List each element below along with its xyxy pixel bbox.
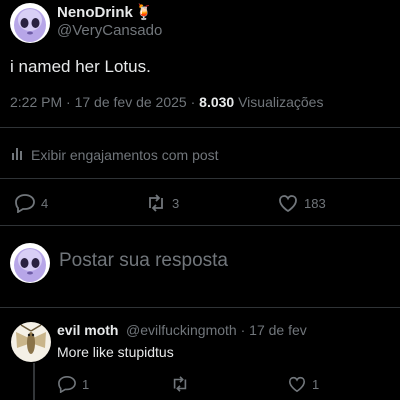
- reply-icon: [14, 193, 36, 213]
- thread-line: [33, 363, 35, 400]
- bar-chart-icon: [10, 145, 26, 164]
- reply-date[interactable]: 17 de fev: [249, 322, 307, 338]
- views-label: Visualizações: [238, 94, 324, 110]
- reply-text: More like stupidtus: [57, 344, 174, 360]
- reply-composer-input[interactable]: Postar sua resposta: [59, 250, 228, 272]
- divider: [0, 225, 400, 226]
- author-name-text[interactable]: NenoDrink: [57, 4, 133, 21]
- repost-button[interactable]: 3: [145, 193, 179, 213]
- engagements-link[interactable]: Exibir engajamentos com post: [10, 145, 219, 164]
- meta-separator: ·: [66, 94, 75, 110]
- like-button[interactable]: 183: [277, 193, 326, 213]
- reply-repost-button[interactable]: [170, 375, 190, 393]
- post-time[interactable]: 2:22 PM: [10, 94, 62, 110]
- engagements-label: Exibir engajamentos com post: [31, 146, 219, 163]
- post-date[interactable]: 17 de fev de 2025: [75, 94, 187, 110]
- post-text: i named her Lotus.: [10, 57, 151, 76]
- reply-reply-button[interactable]: 1: [57, 375, 89, 393]
- author-avatar[interactable]: [10, 3, 50, 43]
- author-name[interactable]: NenoDrink 🍹: [57, 3, 154, 21]
- repost-icon: [170, 375, 190, 393]
- reply-like-count: 1: [312, 376, 320, 392]
- post-meta: 2:22 PM · 17 de fev de 2025 · 8.030 Visu…: [10, 94, 323, 110]
- reply-count: 4: [41, 195, 49, 211]
- cocktail-emoji: 🍹: [134, 4, 154, 21]
- repost-count: 3: [172, 195, 180, 211]
- divider: [0, 127, 400, 128]
- repost-icon: [145, 193, 167, 213]
- reply-icon: [57, 375, 77, 393]
- divider: [0, 178, 400, 179]
- current-user-avatar[interactable]: [10, 243, 50, 283]
- reply-author-name[interactable]: evil moth: [57, 322, 118, 338]
- heart-icon: [287, 375, 307, 393]
- like-count: 183: [304, 195, 326, 211]
- reply-button[interactable]: 4: [14, 193, 48, 213]
- meta-separator: ·: [240, 322, 250, 338]
- reply-reply-count: 1: [82, 376, 90, 392]
- author-handle[interactable]: @VeryCansado: [57, 22, 162, 39]
- heart-icon: [277, 193, 299, 213]
- divider: [0, 307, 400, 308]
- reply-author-avatar[interactable]: [11, 322, 51, 362]
- reply-author-handle[interactable]: @evilfuckingmoth: [126, 322, 237, 338]
- views-count: 8.030: [199, 94, 235, 110]
- meta-separator: ·: [190, 94, 200, 110]
- reply-like-button[interactable]: 1: [287, 375, 319, 393]
- reply-author-meta: @evilfuckingmoth · 17 de fev: [126, 322, 307, 338]
